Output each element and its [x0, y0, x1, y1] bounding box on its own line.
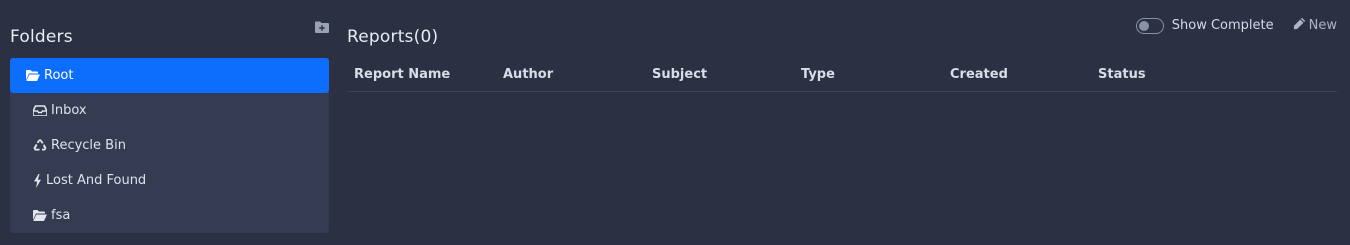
column-header-author[interactable]: Author: [503, 67, 553, 82]
column-header-type[interactable]: Type: [801, 67, 835, 82]
show-complete-toggle[interactable]: [1135, 17, 1164, 34]
new-button-label: New: [1308, 18, 1337, 33]
folder-item-fsa[interactable]: fsa: [10, 198, 329, 233]
folder-item-root[interactable]: Root: [10, 58, 329, 93]
page-title: Reports(0): [347, 27, 439, 47]
folder-plus-icon[interactable]: [315, 18, 329, 33]
column-header-created[interactable]: Created: [950, 67, 1008, 82]
reports-page: Folders Root Inbox Recycle Bin Lost And …: [0, 0, 1350, 245]
column-header-report-name[interactable]: Report Name: [354, 67, 450, 82]
folder-open-icon: [26, 70, 40, 82]
reports-panel: Reports(0) Show Complete New Report Name…: [347, 0, 1340, 245]
toggle-knob: [1138, 20, 1149, 31]
folder-label-lost-and-found: Lost And Found: [46, 173, 147, 188]
folder-label-root: Root: [44, 68, 74, 83]
folder-label-inbox: Inbox: [51, 103, 87, 118]
inbox-icon: [33, 105, 47, 117]
recycle-icon: [33, 139, 47, 152]
pencil-icon: [1293, 17, 1309, 34]
folder-sidebar: Folders Root Inbox Recycle Bin Lost And …: [10, 0, 329, 245]
sidebar-title: Folders: [10, 27, 73, 47]
reports-toolbar: Show Complete New: [1135, 17, 1337, 34]
folder-item-recycle-bin[interactable]: Recycle Bin: [10, 128, 329, 163]
new-report-button[interactable]: New: [1293, 17, 1337, 34]
bolt-icon: [33, 173, 42, 188]
column-header-status[interactable]: Status: [1098, 67, 1146, 82]
column-header-subject[interactable]: Subject: [652, 67, 707, 82]
folder-list: Root Inbox Recycle Bin Lost And Found fs…: [10, 58, 329, 233]
folder-open-icon: [33, 210, 47, 222]
folder-label-recycle-bin: Recycle Bin: [51, 138, 126, 153]
folder-item-inbox[interactable]: Inbox: [10, 93, 329, 128]
reports-table-header: Report Name Author Subject Type Created …: [347, 62, 1337, 92]
show-complete-label: Show Complete: [1171, 18, 1274, 33]
folder-label-fsa: fsa: [51, 208, 71, 223]
folder-item-lost-and-found[interactable]: Lost And Found: [10, 163, 329, 198]
